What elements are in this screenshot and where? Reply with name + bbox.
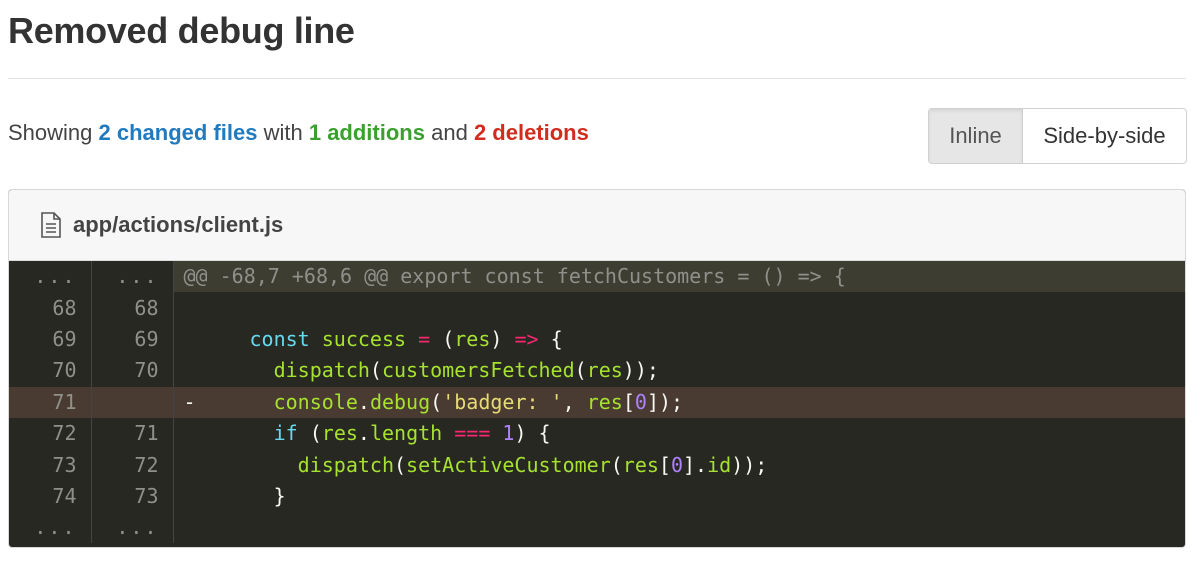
diff-line: 69 69 const success = (res) => {	[9, 323, 1185, 356]
summary-prefix: Showing	[8, 120, 93, 145]
new-line-number[interactable]: 73	[91, 480, 174, 513]
file-text-icon	[39, 212, 63, 238]
old-line-number[interactable]: 72	[9, 417, 92, 450]
file-path-link[interactable]: app/actions/client.js	[73, 212, 283, 238]
code-line	[173, 512, 1185, 543]
expand-row: ... ...	[9, 512, 1185, 544]
summary-and: and	[431, 120, 468, 145]
side-by-side-view-button[interactable]: Side-by-side	[1022, 109, 1186, 163]
new-line-number[interactable]: 70	[91, 355, 174, 387]
deleted-line: 71 - console.debug('badger: ', res[0]);	[9, 386, 1185, 418]
diff-summary: Showing 2 changed files with 1 additions…	[8, 120, 589, 146]
code-line: if (res.length === 1) {	[273, 421, 551, 446]
hunk-header: @@ -68,7 +68,6 @@ export const fetchCust…	[173, 261, 1185, 293]
diff-view-toggle: Inline Side-by-side	[928, 108, 1187, 164]
code-line: dispatch(customersFetched(res));	[273, 358, 659, 383]
new-line-expand[interactable]: ...	[91, 261, 174, 293]
code-line	[173, 292, 1185, 323]
new-line-number[interactable]: 68	[91, 292, 174, 324]
old-line-expand[interactable]: ...	[9, 261, 92, 293]
new-line-number[interactable]: 69	[91, 323, 174, 356]
diff-line: 74 73 }	[9, 480, 1185, 513]
diff-line: 73 72 dispatch(setActiveCustomer(res[0].…	[9, 449, 1185, 481]
old-line-number[interactable]: 73	[9, 449, 92, 481]
title-divider	[8, 78, 1186, 79]
summary-with: with	[263, 120, 303, 145]
diff-table: ... ... @@ -68,7 +68,6 @@ export const f…	[9, 261, 1185, 544]
code-line: }	[249, 483, 286, 508]
hunk-header-row: ... ... @@ -68,7 +68,6 @@ export const f…	[9, 261, 1185, 293]
file-header: app/actions/client.js	[9, 190, 1185, 261]
new-line-expand[interactable]: ...	[91, 512, 174, 544]
old-line-number[interactable]: 74	[9, 480, 92, 513]
old-line-number[interactable]: 71	[9, 386, 92, 418]
code-line: dispatch(setActiveCustomer(res[0].id));	[297, 452, 768, 477]
additions-count: 1 additions	[308, 120, 425, 145]
changed-files-link[interactable]: 2 changed files	[99, 120, 258, 145]
deletions-count: 2 deletions	[473, 120, 589, 145]
diff-line: 70 70 dispatch(customersFetched(res));	[9, 355, 1185, 387]
old-line-expand[interactable]: ...	[9, 512, 92, 544]
old-line-number[interactable]: 70	[9, 355, 92, 387]
diff-line: 68 68	[9, 292, 1185, 324]
code-line: const success = (res) => {	[249, 326, 563, 351]
diff-line: 72 71 if (res.length === 1) {	[9, 417, 1185, 450]
file-diff-panel: app/actions/client.js ... ... @@ -68,7 +…	[8, 189, 1186, 548]
old-line-number[interactable]: 68	[9, 292, 92, 324]
page-title: Removed debug line	[8, 10, 355, 51]
old-line-number[interactable]: 69	[9, 323, 92, 356]
new-line-number[interactable]: 72	[91, 449, 174, 481]
code-line: - console.debug('badger: ', res[0]);	[173, 386, 1185, 418]
deletion-marker: -	[183, 389, 196, 414]
new-line-number[interactable]: 71	[91, 417, 174, 450]
new-line-number[interactable]	[91, 386, 174, 418]
inline-view-button[interactable]: Inline	[929, 109, 1022, 163]
